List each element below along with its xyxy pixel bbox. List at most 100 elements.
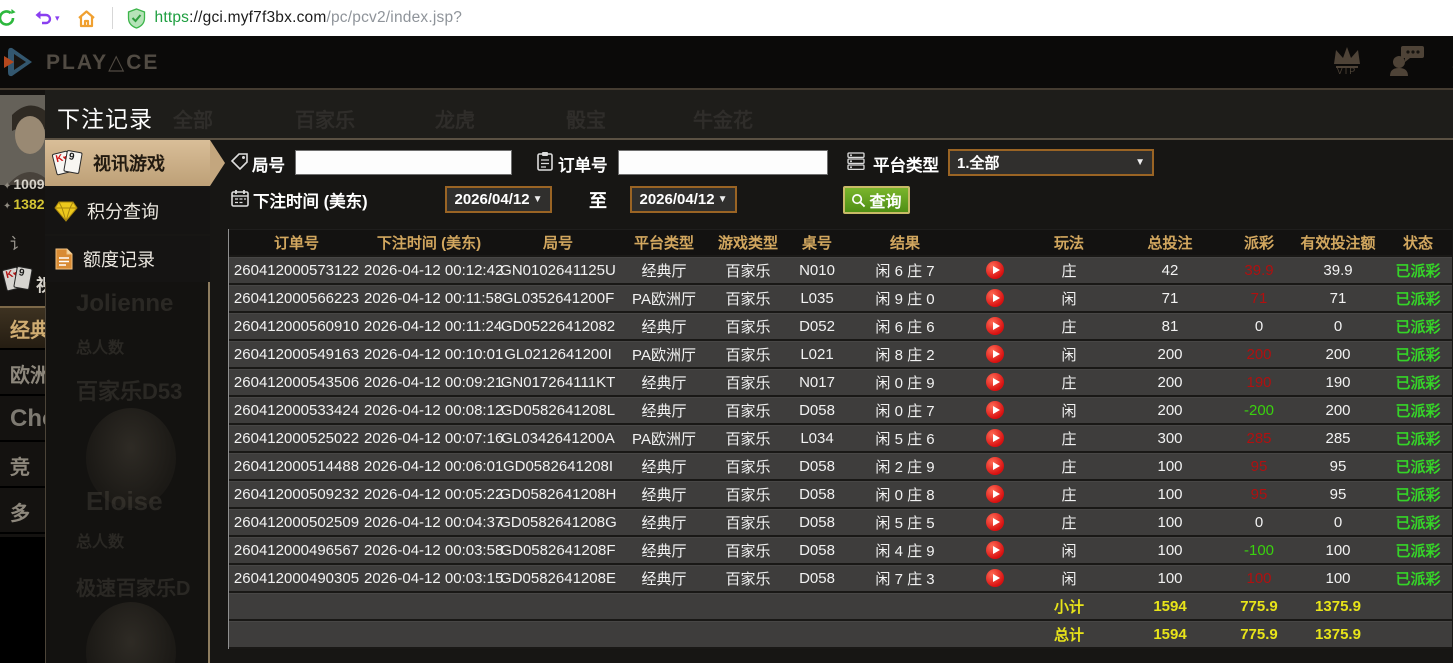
play-icon bbox=[993, 490, 1000, 498]
play-video-button[interactable] bbox=[986, 345, 1004, 363]
hall-classic[interactable]: 经典厅 bbox=[0, 306, 45, 350]
cell-platform: 经典厅 bbox=[622, 456, 706, 477]
round-no-label: 局号 bbox=[252, 152, 285, 176]
play-video-button[interactable] bbox=[986, 289, 1004, 307]
cell-play: 闲 bbox=[1024, 568, 1114, 589]
sidebar-item-credit-records[interactable]: 额度记录 bbox=[45, 236, 210, 282]
date-from-select[interactable]: 2026/04/12 ▼ bbox=[445, 186, 552, 213]
cell-play-video bbox=[966, 429, 1024, 447]
cell-round: GN017264111KT bbox=[494, 374, 622, 391]
cell-round: GL0352641200F bbox=[494, 290, 622, 307]
hall-jing[interactable]: 竞 bbox=[0, 444, 45, 488]
back-icon[interactable] bbox=[32, 7, 54, 29]
cell-play: 庄 bbox=[1024, 372, 1114, 393]
hall-choice[interactable]: Choice bbox=[0, 398, 45, 442]
refresh-icon[interactable] bbox=[0, 7, 18, 29]
play-video-button[interactable] bbox=[986, 429, 1004, 447]
cell-round: GD0582641208I bbox=[494, 458, 622, 475]
date-to-select[interactable]: 2026/04/12 ▼ bbox=[630, 186, 737, 213]
customer-service-button[interactable] bbox=[1388, 44, 1426, 76]
cell-status: 已派彩 bbox=[1384, 372, 1452, 393]
play-video-button[interactable] bbox=[986, 317, 1004, 335]
order-no-input[interactable] bbox=[618, 150, 828, 175]
total-valid-bet: 1375.9 bbox=[1292, 626, 1384, 643]
play-video-button[interactable] bbox=[986, 401, 1004, 419]
background-text-fragment: 讠 bbox=[10, 230, 26, 254]
cell-bet: 100 bbox=[1114, 486, 1226, 503]
bet-records-table: 订单号 下注时间 (美东) 局号 平台类型 游戏类型 桌号 结果 玩法 总投注 … bbox=[228, 229, 1452, 649]
page-title: 下注记录 bbox=[57, 100, 153, 134]
cell-payout: -200 bbox=[1226, 402, 1292, 419]
screen: ▾ https://gci.myf7f3bx.com/pc/pcv2/index… bbox=[0, 0, 1453, 663]
table-row: 2604120005491632026-04-12 00:10:01GL0212… bbox=[229, 341, 1452, 369]
cell-result: 闲 5 庄 6 bbox=[844, 428, 966, 449]
ghost-text: 总人数 bbox=[76, 528, 124, 552]
ghost-text: Eloise bbox=[86, 486, 163, 517]
person-chat-icon bbox=[1388, 44, 1426, 76]
cell-platform: 经典厅 bbox=[622, 512, 706, 533]
browser-toolbar: ▾ https://gci.myf7f3bx.com/pc/pcv2/index… bbox=[0, 0, 1453, 36]
cell-round: GN0102641125U bbox=[494, 262, 622, 279]
play-video-button[interactable] bbox=[986, 541, 1004, 559]
cell-table: D058 bbox=[790, 458, 844, 475]
cell-play-video bbox=[966, 289, 1024, 307]
cell-result: 闲 9 庄 0 bbox=[844, 288, 966, 309]
cell-table: L034 bbox=[790, 430, 844, 447]
url-scheme: https bbox=[155, 9, 190, 26]
address-bar[interactable]: https://gci.myf7f3bx.com/pc/pcv2/index.j… bbox=[127, 8, 463, 29]
play-icon bbox=[993, 406, 1000, 414]
cell-bet: 81 bbox=[1114, 318, 1226, 335]
platform-type-select[interactable]: 1.全部 ▼ bbox=[948, 149, 1154, 176]
cell-time: 2026-04-12 00:08:12 bbox=[364, 402, 494, 419]
search-icon bbox=[851, 193, 866, 208]
play-video-button[interactable] bbox=[986, 485, 1004, 503]
home-icon[interactable] bbox=[76, 7, 98, 29]
play-icon bbox=[993, 462, 1000, 470]
cell-payout: 0 bbox=[1226, 514, 1292, 531]
cell-round: GD0582641208E bbox=[494, 570, 622, 587]
cell-play-video bbox=[966, 569, 1024, 587]
cell-status: 已派彩 bbox=[1384, 400, 1452, 421]
search-button[interactable]: 查询 bbox=[843, 186, 910, 214]
cell-bet: 300 bbox=[1114, 430, 1226, 447]
cell-order: 260412000514488 bbox=[229, 458, 364, 475]
cell-valid: 95 bbox=[1292, 486, 1384, 503]
chevron-down-icon: ▼ bbox=[533, 194, 543, 205]
ghost-text: Jolienne bbox=[76, 290, 173, 318]
sidebar-item-video-games[interactable]: K♥ 9 视讯游戏 bbox=[45, 140, 210, 186]
cell-play-video bbox=[966, 401, 1024, 419]
sidebar-item-label: 额度记录 bbox=[83, 246, 155, 272]
cell-table: D058 bbox=[790, 402, 844, 419]
background-nav-fragment: 视 bbox=[36, 271, 45, 296]
playace-logo[interactable]: PLAY△CE bbox=[2, 44, 159, 80]
play-video-button[interactable] bbox=[986, 457, 1004, 475]
play-video-button[interactable] bbox=[986, 373, 1004, 391]
column-header: 游戏类型 bbox=[706, 232, 790, 253]
cell-valid: 71 bbox=[1292, 290, 1384, 307]
hall-europe[interactable]: 欧洲厅 bbox=[0, 352, 45, 396]
round-no-input[interactable] bbox=[295, 150, 512, 175]
back-dropdown-icon[interactable]: ▾ bbox=[55, 13, 60, 24]
play-video-button[interactable] bbox=[986, 569, 1004, 587]
vip-button[interactable]: VIP bbox=[1330, 44, 1364, 76]
play-video-button[interactable] bbox=[986, 261, 1004, 279]
url-path: /pc/pcv2/index.jsp? bbox=[326, 9, 462, 26]
table-row: 2604120004965672026-04-12 00:03:58GD0582… bbox=[229, 537, 1452, 565]
cell-order: 260412000509232 bbox=[229, 486, 364, 503]
app-header: PLAY△CE VIP ♪ bbox=[0, 36, 1453, 90]
cell-game: 百家乐 bbox=[706, 400, 790, 421]
play-video-button[interactable] bbox=[986, 513, 1004, 531]
sidebar-item-points-query[interactable]: 积分查询 bbox=[45, 188, 210, 234]
playing-cards-icon: K♥ 9 bbox=[54, 150, 84, 176]
cell-result: 闲 2 庄 9 bbox=[844, 456, 966, 477]
column-header: 玩法 bbox=[1024, 232, 1114, 253]
cell-round: GD05226412082 bbox=[494, 318, 622, 335]
total-payout: 775.9 bbox=[1226, 626, 1292, 643]
chevron-down-icon: ▼ bbox=[718, 194, 728, 205]
cell-table: N017 bbox=[790, 374, 844, 391]
cell-game: 百家乐 bbox=[706, 428, 790, 449]
avatar bbox=[0, 95, 45, 185]
hall-duo[interactable]: 多 bbox=[0, 490, 45, 534]
brand-text: PLAY△CE bbox=[46, 50, 159, 75]
date-from-value: 2026/04/12 bbox=[455, 191, 530, 208]
